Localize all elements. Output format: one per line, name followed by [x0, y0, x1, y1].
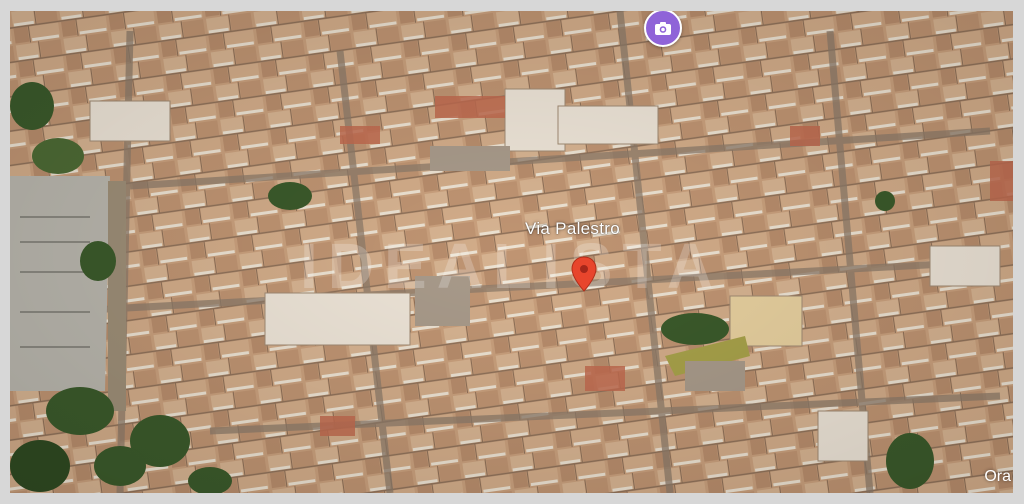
map-viewport[interactable]: IDEALISTA Via Palestro Ora [10, 11, 1013, 493]
watermark: IDEALISTA [300, 230, 724, 302]
street-label: Via Palestro [525, 219, 620, 238]
camera-icon [655, 21, 671, 35]
corner-label: Ora [984, 468, 1011, 485]
location-pin-icon[interactable] [571, 256, 597, 292]
